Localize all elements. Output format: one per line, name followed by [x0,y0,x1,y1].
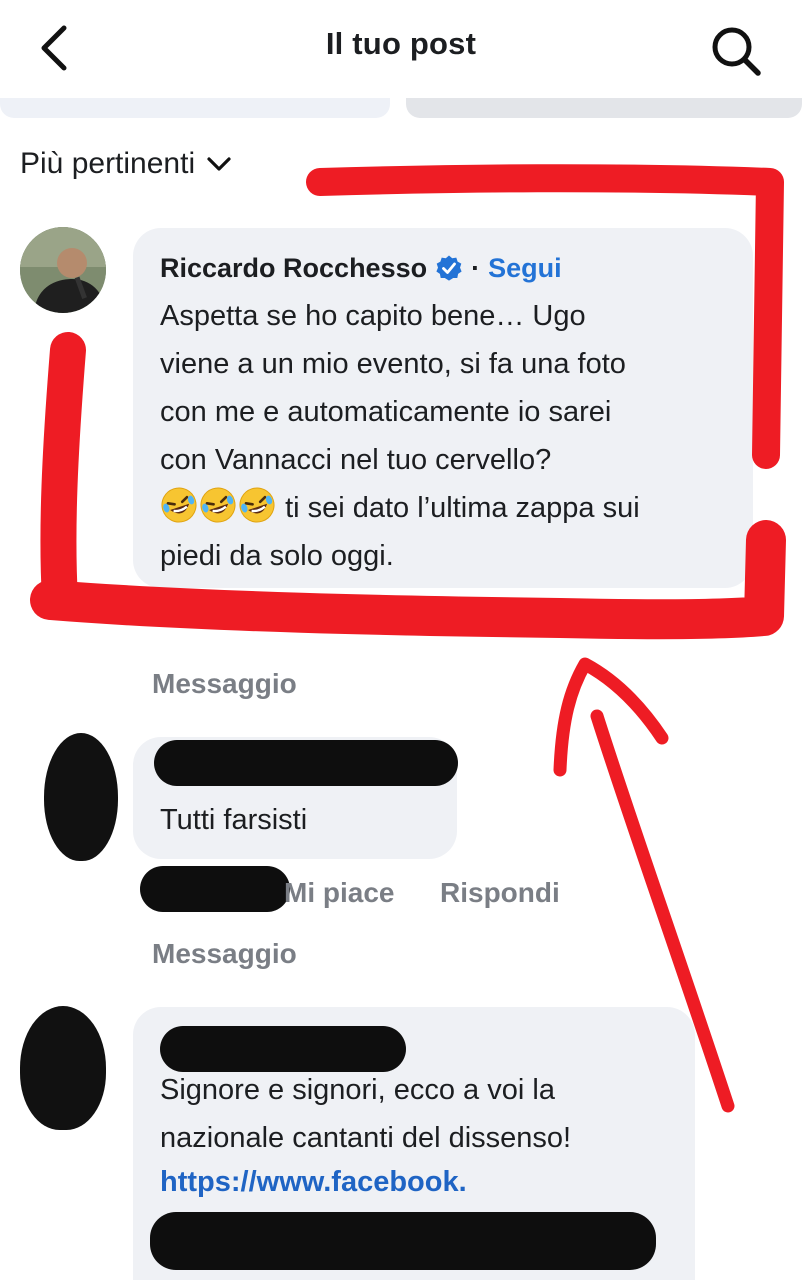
red-annotation-overlay [30,164,786,1113]
